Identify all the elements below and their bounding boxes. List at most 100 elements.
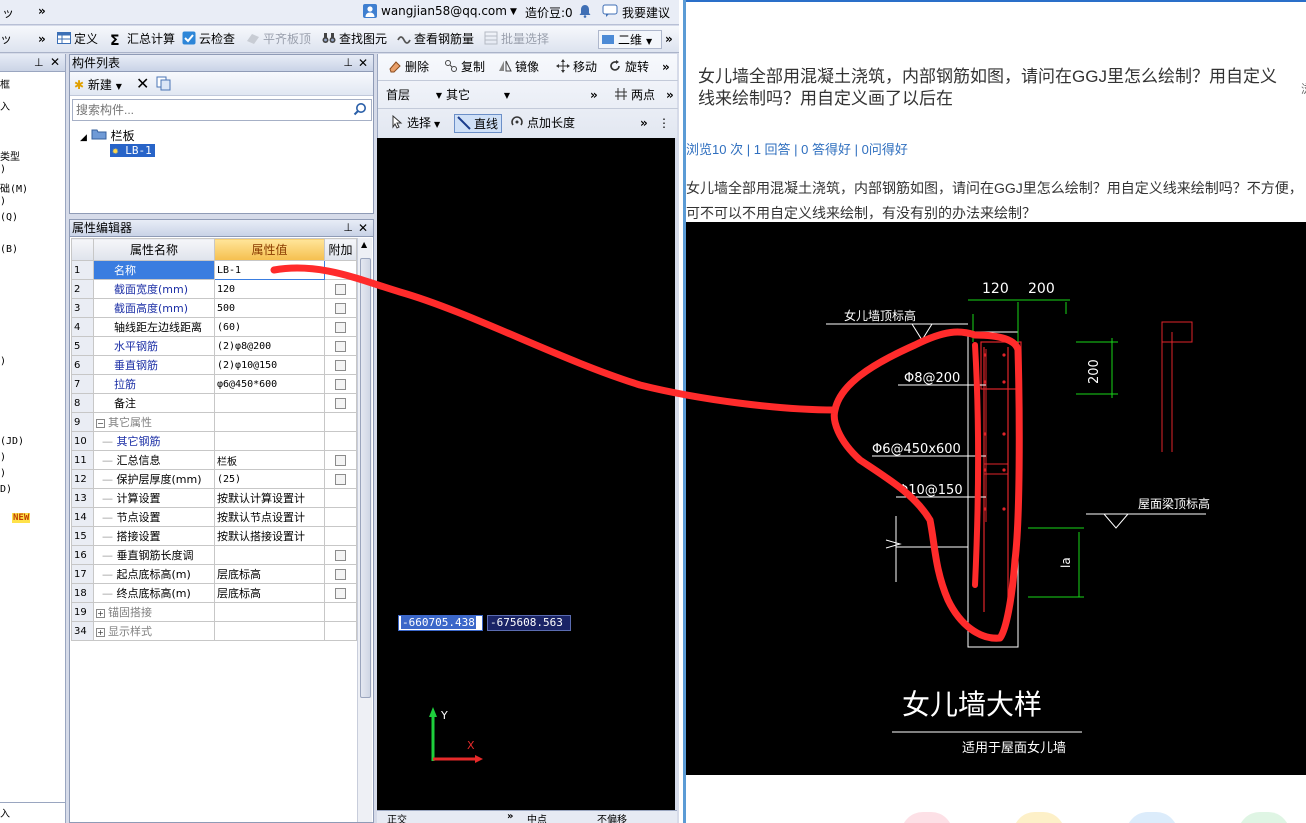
nav-item[interactable]: 类型: [0, 148, 20, 163]
expand-plus-icon[interactable]: +: [96, 608, 105, 618]
nav-item[interactable]: 入: [0, 802, 66, 820]
nav-item[interactable]: ): [0, 452, 6, 463]
answers-count-link[interactable]: 1 回答: [754, 142, 791, 157]
feedback-link[interactable]: 我要建议: [622, 4, 670, 21]
no-offset-toggle[interactable]: 不偏移: [597, 811, 627, 823]
view-mode-dropdown[interactable]: 二维 ▼: [598, 30, 662, 49]
nav-item[interactable]: 框: [0, 76, 10, 91]
flush-slab-button[interactable]: 平齐板顶: [246, 30, 311, 49]
coord-y-input[interactable]: -675608.563: [487, 615, 571, 631]
pin-icon[interactable]: ⊥: [343, 55, 353, 71]
property-row[interactable]: 10 — 其它钢筋: [71, 431, 357, 451]
scroll-thumb[interactable]: [360, 258, 371, 698]
expand-plus-icon[interactable]: +: [96, 627, 105, 637]
draw-tools-handle-icon[interactable]: ⋮: [658, 114, 670, 133]
pin-icon[interactable]: ⊥: [343, 220, 353, 236]
extra-checkbox[interactable]: [335, 398, 346, 409]
property-row[interactable]: 17 — 起点底标高(m) 层底标高: [71, 564, 357, 584]
extra-checkbox[interactable]: [335, 379, 346, 390]
draw-tools-overflow-icon[interactable]: »: [640, 114, 648, 133]
close-icon[interactable]: ✕: [358, 220, 368, 236]
drawing-canvas[interactable]: -660705.438 -675608.563 Y X: [377, 138, 675, 810]
property-group-row[interactable]: 34 + 显示样式: [71, 621, 357, 641]
reaction-bubble[interactable]: [1126, 812, 1178, 823]
layer-overflow-icon[interactable]: »: [590, 86, 598, 105]
extra-checkbox[interactable]: [335, 455, 346, 466]
views-count-link[interactable]: 浏览10 次: [686, 142, 743, 157]
good-question-count-link[interactable]: 0问得好: [862, 142, 908, 157]
nav-item[interactable]: D): [0, 484, 12, 495]
nav-item[interactable]: ): [0, 356, 6, 367]
property-value[interactable]: 500: [214, 298, 325, 318]
snap-overflow-icon[interactable]: »: [507, 811, 513, 822]
toolbar-left-glyph[interactable]: ッ: [0, 30, 12, 49]
scroll-up-icon[interactable]: ▲: [361, 240, 367, 249]
nav-item[interactable]: (B): [0, 244, 18, 255]
nav-item[interactable]: ): [0, 164, 6, 175]
property-value[interactable]: [214, 393, 325, 413]
line-tool-button[interactable]: 直线: [454, 114, 503, 133]
tree-node-lb1[interactable]: ✹ LB-1: [110, 144, 155, 157]
property-row[interactable]: 7 拉筋 φ6@450*600: [71, 374, 357, 394]
extra-checkbox[interactable]: [335, 322, 346, 333]
delete-x-icon[interactable]: ✕: [136, 74, 149, 93]
toolbar-overflow-chevron-icon[interactable]: »: [38, 30, 46, 49]
property-row[interactable]: 8 备注: [71, 393, 357, 413]
nav-item[interactable]: 入: [0, 98, 10, 113]
property-value[interactable]: [214, 545, 325, 565]
property-group-row[interactable]: 9 − 其它属性: [71, 412, 357, 432]
reaction-bubble[interactable]: [901, 812, 953, 823]
property-value[interactable]: 层底标高: [214, 583, 325, 603]
property-value[interactable]: 按默认搭接设置计: [214, 526, 325, 546]
search-icon[interactable]: [353, 102, 367, 119]
property-row[interactable]: 2 截面宽度(mm) 120: [71, 279, 357, 299]
extra-checkbox[interactable]: [335, 588, 346, 599]
good-answers-count-link[interactable]: 0 答得好: [801, 142, 851, 157]
property-scrollbar[interactable]: ▲: [357, 238, 372, 822]
collapse-minus-icon[interactable]: −: [96, 418, 105, 428]
midpoint-toggle[interactable]: 中点: [527, 811, 547, 823]
component-search-input[interactable]: [73, 100, 343, 120]
reaction-bubble[interactable]: [1013, 812, 1065, 823]
toolbar-end-chevron-icon[interactable]: »: [665, 30, 673, 49]
property-row[interactable]: 18 — 终点底标高(m) 层底标高: [71, 583, 357, 603]
nav-close-icon[interactable]: ✕: [50, 55, 60, 69]
property-row[interactable]: 14 — 节点设置 按默认节点设置计: [71, 507, 357, 527]
edit-tools-overflow-icon[interactable]: »: [662, 58, 670, 77]
property-value[interactable]: (2)φ10@150: [214, 355, 325, 375]
property-group-row[interactable]: 19 + 锚固搭接: [71, 602, 357, 622]
category-dropdown[interactable]: 其它 ▼: [446, 86, 512, 105]
nav-item[interactable]: ): [0, 196, 6, 207]
titlebar-left-glyph[interactable]: ッ: [2, 4, 14, 21]
property-row[interactable]: 6 垂直钢筋 (2)φ10@150: [71, 355, 357, 375]
copy-button[interactable]: 复制: [444, 58, 485, 77]
property-value[interactable]: 栏板: [214, 450, 325, 470]
bell-icon[interactable]: [578, 4, 592, 21]
cloud-check-button[interactable]: 云检查: [182, 30, 235, 49]
summary-calc-button[interactable]: Σ 汇总计算: [110, 30, 175, 49]
feedback-chat-icon[interactable]: [602, 4, 618, 21]
property-value[interactable]: [214, 431, 325, 451]
new-component-button[interactable]: ✱ 新建 ▼: [74, 76, 122, 93]
ortho-toggle[interactable]: 正交: [387, 811, 407, 823]
find-element-button[interactable]: 查找图元: [322, 30, 387, 49]
copy-component-icon[interactable]: [156, 76, 171, 94]
overflow-chevron-icon[interactable]: »: [38, 4, 46, 18]
point-length-button[interactable]: 点加长度: [510, 114, 575, 133]
property-value[interactable]: φ6@450*600: [214, 374, 325, 394]
extra-checkbox[interactable]: [335, 474, 346, 485]
move-button[interactable]: 移动: [556, 58, 597, 77]
nav-item[interactable]: 础(M): [0, 180, 28, 195]
property-value[interactable]: 按默认节点设置计: [214, 507, 325, 527]
tree-node-parapet[interactable]: ◢ 栏板: [80, 127, 135, 144]
two-point-axis-button[interactable]: 两点: [614, 86, 655, 105]
property-row[interactable]: 16 — 垂直钢筋长度调: [71, 545, 357, 565]
tree-expand-triangle-icon[interactable]: ◢: [80, 133, 87, 143]
extra-checkbox[interactable]: [335, 569, 346, 580]
batch-select-button[interactable]: 批量选择: [484, 30, 549, 49]
property-value[interactable]: 120: [214, 279, 325, 299]
user-dropdown-icon[interactable]: ▼: [510, 7, 517, 17]
property-row[interactable]: 5 水平钢筋 (2)φ8@200: [71, 336, 357, 356]
nav-item[interactable]: (Q): [0, 212, 18, 223]
property-value[interactable]: 层底标高: [214, 564, 325, 584]
